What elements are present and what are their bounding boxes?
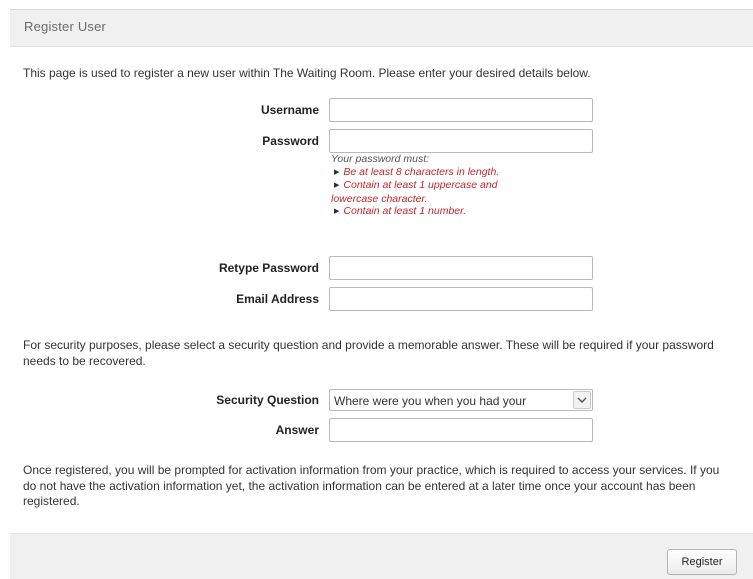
triangle-right-icon: ▶	[334, 182, 340, 189]
password-rule-number-text: Contain at least 1 number.	[343, 205, 467, 217]
activation-info-text: Once registered, you will be prompted fo…	[23, 463, 720, 508]
retype-password-input[interactable]	[329, 256, 593, 280]
register-button[interactable]: Register	[667, 549, 737, 575]
password-rules-intro: Your password must:	[331, 153, 430, 165]
security-instructions: For security purposes, please select a s…	[23, 338, 714, 368]
security-question-label: Security Question	[216, 393, 319, 407]
security-question-select[interactable]: Where were you when you had your	[329, 389, 593, 411]
password-row: Password	[0, 129, 753, 155]
username-row: Username	[0, 98, 753, 124]
password-input[interactable]	[329, 129, 593, 153]
triangle-right-icon: ▶	[334, 168, 340, 176]
retype-password-label: Retype Password	[218, 261, 319, 275]
panel-header: Register User	[10, 10, 753, 47]
answer-input[interactable]	[329, 418, 593, 442]
password-rule-length-text: Be at least 8 characters in length.	[343, 165, 500, 178]
triangle-right-icon: ▶	[334, 208, 340, 215]
username-input[interactable]	[329, 98, 593, 122]
intro-text: This page is used to register a new user…	[23, 66, 591, 80]
email-label: Email Address	[236, 292, 319, 306]
email-row: Email Address	[0, 287, 753, 313]
answer-label: Answer	[275, 423, 319, 437]
username-label: Username	[260, 103, 319, 117]
register-user-page: Register User This page is used to regis…	[0, 0, 753, 579]
password-rule-case-continued: lowercase character.	[331, 192, 428, 205]
password-rule-number: ▶ Contain at least 1 number.	[331, 205, 561, 219]
password-label: Password	[262, 134, 319, 148]
password-rule-case-text: Contain at least 1 uppercase and	[343, 179, 498, 191]
footer-bar	[10, 533, 753, 579]
security-question-selected: Where were you when you had your	[334, 394, 527, 408]
security-question-row: Security Question Where were you when yo…	[0, 389, 753, 415]
panel-title: Register User	[24, 19, 107, 34]
retype-password-row: Retype Password	[0, 256, 753, 282]
email-input[interactable]	[329, 287, 593, 311]
password-rule-length: ▶ Be at least 8 characters in length.	[331, 166, 561, 180]
password-rules: Your password must: ▶ Be at least 8 chara…	[331, 153, 561, 219]
answer-row: Answer	[0, 418, 753, 444]
password-rule-case: ▶ Contain at least 1 uppercase and	[331, 179, 561, 193]
chevron-down-icon[interactable]	[573, 391, 591, 409]
